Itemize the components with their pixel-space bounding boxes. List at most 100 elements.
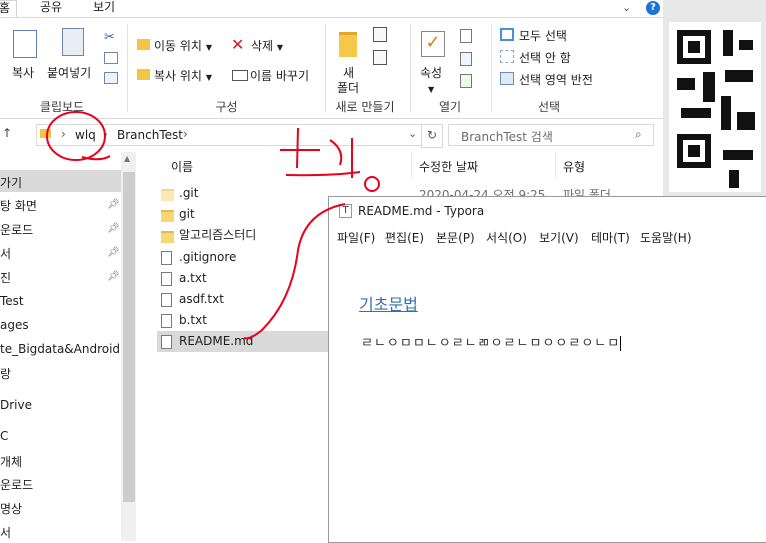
pin-icon[interactable]: 📌︎ (107, 223, 120, 234)
menu-theme[interactable]: 테마(T) (591, 229, 630, 246)
tab-home[interactable]: 홈 (0, 0, 18, 18)
ribbon-separator (127, 24, 128, 112)
breadcrumb-wlq[interactable]: wlq (75, 128, 96, 142)
file-row[interactable]: a.txt (157, 268, 329, 289)
typora-title: README.md - Typora (358, 204, 485, 218)
paste-shortcut-icon[interactable] (104, 72, 118, 84)
menu-edit[interactable]: 편집(E) (385, 229, 424, 246)
nav-item-downloads[interactable]: 운로드 (0, 221, 33, 238)
properties-icon: ✓ (421, 31, 445, 57)
annotation-stroke (364, 176, 380, 192)
copy-to-button[interactable]: 복사 위치 ▼ (154, 67, 212, 84)
nav-item-quick-access[interactable]: 가기 (0, 174, 22, 191)
up-arrow-icon[interactable]: ↑ (2, 126, 12, 140)
nav-item-bigdata[interactable]: te_Bigdata&Android (0, 342, 120, 356)
qr-pattern (663, 0, 766, 196)
file-name: b.txt (179, 313, 207, 327)
column-header-row: 이름 ^ 수정한 날짜 유형 (157, 148, 663, 178)
nav-item-documents-pc[interactable]: 서 (0, 524, 11, 541)
select-all-button[interactable]: 모두 선택 (519, 27, 567, 44)
column-type-header[interactable]: 유형 (563, 158, 585, 175)
easy-access-icon[interactable] (373, 50, 387, 65)
background-photo (663, 0, 766, 196)
nav-item-this-pc[interactable]: C (0, 429, 8, 443)
pin-icon[interactable]: 📌︎ (107, 247, 120, 258)
file-row[interactable]: .gitignore (157, 247, 329, 268)
nav-item-images[interactable]: ages (0, 318, 29, 332)
refresh-icon[interactable]: ↻ (421, 124, 443, 148)
file-row[interactable]: git (157, 204, 329, 225)
document-body-text[interactable]: ㄹㄴㅇㅁㅁㄴㅇㄹㄴㄻㅇㄹㄴㅁㅇㅇㄹㅇㄴㅁ (361, 332, 622, 351)
open-icon[interactable] (460, 29, 472, 43)
menu-paragraph[interactable]: 본문(P) (436, 229, 475, 246)
rename-icon (232, 70, 248, 81)
new-item-icon[interactable] (373, 27, 387, 42)
column-divider (411, 152, 412, 178)
new-group-label: 새로 만들기 (335, 100, 395, 114)
pin-icon[interactable]: 📌︎ (107, 199, 120, 210)
delete-button[interactable]: 삭제 ▼ (251, 37, 283, 54)
file-row[interactable]: b.txt (157, 310, 329, 331)
ribbon-separator (325, 24, 326, 112)
select-none-icon (500, 50, 514, 63)
folder-icon (161, 189, 174, 201)
folder-icon (161, 210, 174, 222)
column-name-header[interactable]: 이름 (171, 158, 193, 175)
column-modified-header[interactable]: 수정한 날짜 (419, 158, 478, 175)
menu-help[interactable]: 도움말(H) (640, 229, 692, 246)
nav-item-pictures[interactable]: 진 (0, 269, 11, 286)
address-bar[interactable]: › wlq › BranchTest › ⌄ (36, 124, 422, 146)
file-name: git (179, 207, 195, 221)
ribbon: 복사 붙여넣기 ✂ 클립보드 이동 위치 ▼ 복사 위치 ▼ ✕ 삭제 ▼ 이름… (0, 17, 663, 119)
help-icon[interactable]: ? (646, 1, 660, 15)
cut-icon[interactable]: ✂ (104, 30, 115, 45)
document-heading-link[interactable]: 기초문법 (359, 291, 418, 315)
menu-format[interactable]: 서식(O) (486, 229, 527, 246)
text-file-icon (161, 314, 172, 328)
breadcrumb-branchtest[interactable]: BranchTest (117, 128, 183, 142)
pin-icon[interactable]: 📌︎ (107, 271, 120, 282)
file-name: README.md (179, 334, 254, 348)
copy-button[interactable]: 복사 (12, 64, 34, 81)
paste-icon (62, 28, 84, 56)
nav-item-3d-objects[interactable]: 개체 (0, 453, 22, 470)
new-folder-label-2[interactable]: 폴더 (337, 79, 359, 96)
edit-icon[interactable] (460, 52, 472, 66)
menu-file[interactable]: 파일(F) (337, 229, 375, 246)
file-row[interactable]: .git (157, 183, 329, 204)
nav-item-downloads-pc[interactable]: 운로드 (0, 476, 33, 493)
file-row[interactable]: 알고리즘스터디 (157, 225, 329, 246)
scroll-up-icon[interactable]: ▲ (124, 154, 130, 163)
copy-path-icon[interactable] (104, 52, 118, 64)
select-none-button[interactable]: 선택 안 함 (519, 49, 571, 66)
markdown-file-icon (161, 335, 172, 349)
file-name: a.txt (179, 271, 207, 285)
nav-item-onedrive[interactable]: Drive (0, 398, 32, 412)
move-to-button[interactable]: 이동 위치 ▼ (154, 37, 212, 54)
nav-scrollbar-thumb[interactable] (123, 172, 135, 502)
search-input[interactable]: BranchTest 검색 ⌕ (448, 124, 654, 146)
tab-view[interactable]: 보기 (87, 0, 121, 17)
history-icon[interactable] (460, 74, 472, 88)
file-row[interactable]: asdf.txt (157, 289, 329, 310)
collapse-ribbon-icon[interactable]: ⌄ (622, 2, 634, 14)
nav-item-desktop[interactable]: 탕 화면 (0, 197, 37, 214)
nav-item-documents[interactable]: 서 (0, 245, 11, 262)
rename-button[interactable]: 이름 바꾸기 (250, 67, 309, 84)
file-row[interactable]: README.md (157, 331, 329, 352)
paste-button[interactable]: 붙여넣기 (47, 64, 91, 81)
select-all-icon (500, 28, 514, 41)
nav-item-extra[interactable]: 랑 (0, 365, 11, 382)
breadcrumb-separator-icon: › (183, 127, 188, 141)
text-file-icon (161, 293, 172, 307)
folder-icon (40, 129, 51, 138)
nav-item-videos[interactable]: 명상 (0, 500, 22, 517)
tab-share[interactable]: 공유 (34, 0, 68, 17)
chevron-down-icon[interactable]: ⌄ (408, 127, 417, 140)
menu-view[interactable]: 보기(V) (539, 229, 579, 246)
properties-button[interactable]: 속성 ▼ (420, 64, 442, 95)
open-group-label: 열기 (438, 100, 462, 114)
invert-selection-button[interactable]: 선택 영역 반전 (519, 71, 593, 88)
text-file-icon (161, 251, 172, 265)
nav-item-test[interactable]: Test (0, 294, 24, 308)
